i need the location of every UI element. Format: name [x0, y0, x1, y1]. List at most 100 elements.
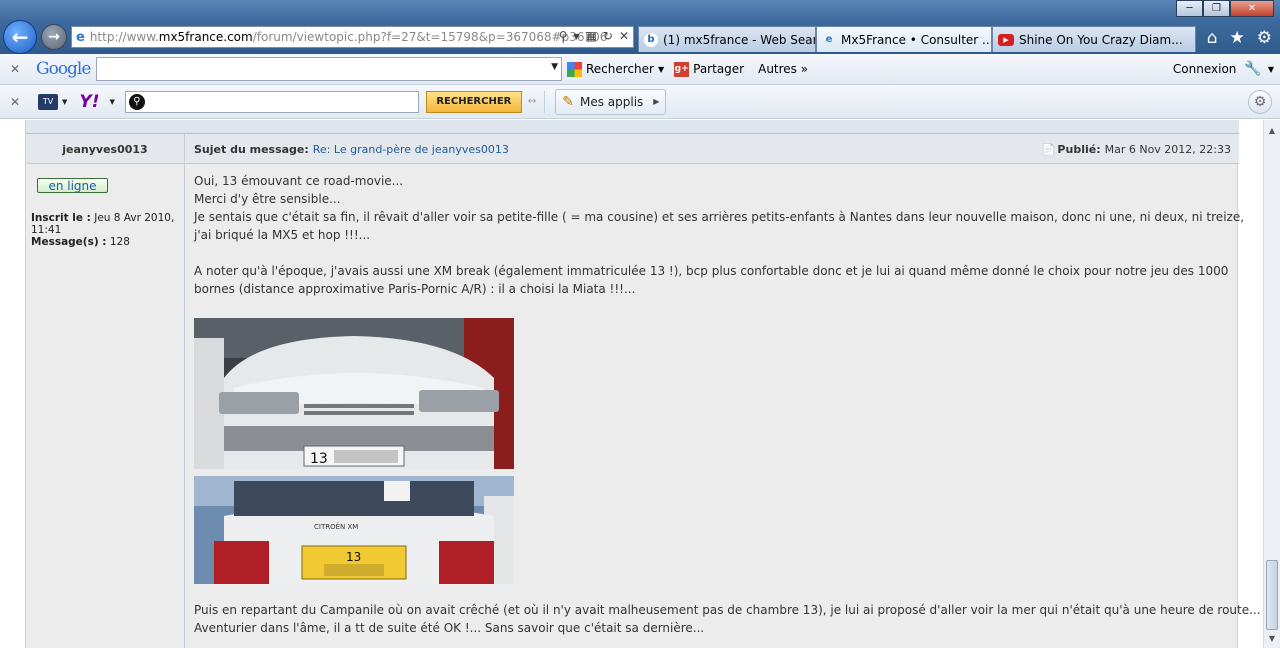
window-controls: ─ ❐ ✕: [1176, 0, 1274, 17]
share-label: Partager: [693, 62, 745, 76]
close-window-button[interactable]: ✕: [1230, 0, 1274, 17]
google-search-button[interactable]: Rechercher ▼: [567, 61, 664, 77]
scroll-thumb[interactable]: [1266, 560, 1278, 630]
post-body-continued: Puis en repartant du Campanile où on ava…: [194, 601, 1261, 637]
post-header: jeanyves0013 Sujet du message: Re: Le gr…: [26, 134, 1239, 164]
stop-icon[interactable]: ✕: [619, 29, 629, 43]
more-button[interactable]: Autres »: [758, 62, 808, 76]
post-text-line: j'ai briqué la MX5 et hop !!!...: [194, 228, 371, 242]
published-date: Mar 6 Nov 2012, 22:33: [1104, 142, 1231, 156]
maximize-button[interactable]: ❐: [1203, 0, 1230, 17]
settings-gear-icon[interactable]: ⚙: [1248, 89, 1272, 114]
minimize-icon: ─: [1186, 3, 1193, 14]
close-toolbar-icon[interactable]: ✕: [0, 95, 30, 109]
post-subject: Sujet du message: Re: Le grand-père de j…: [194, 134, 509, 164]
more-label: Autres »: [758, 62, 809, 76]
car-front-photo[interactable]: 13: [194, 318, 514, 469]
youtube-icon: ▶: [998, 33, 1014, 46]
post-separator: [26, 120, 1239, 134]
minimize-button[interactable]: ─: [1176, 0, 1203, 17]
login-button[interactable]: Connexion 🔧 ▼: [1173, 61, 1274, 77]
url-domain: mx5france.com: [158, 30, 253, 44]
yahoo-logo-text: Y!: [79, 91, 100, 112]
rear-plate-number: 13: [346, 550, 361, 564]
vertical-scrollbar[interactable]: ▲ ▼: [1263, 120, 1280, 648]
close-icon: ✕: [1247, 3, 1257, 14]
yahoo-toolbar: ✕ TV ▼ Y! ▼ ⚲ RECHERCHER ↔ ✎ Mes applis …: [0, 85, 1280, 119]
front-plate-number: 13: [310, 451, 328, 467]
compat-icon[interactable]: ▦: [586, 29, 597, 43]
page-viewport: jeanyves0013 Sujet du message: Re: Le gr…: [0, 120, 1280, 648]
subject-label: Sujet du message:: [194, 142, 309, 156]
share-button[interactable]: g+ Partager: [674, 61, 745, 77]
browser-title-bar: ← → e http://www. mx5france.com/forum/vie…: [0, 0, 1280, 54]
post-author[interactable]: jeanyves0013: [26, 134, 185, 164]
google-search-input[interactable]: ▼: [96, 57, 562, 81]
yahoo-search-label: RECHERCHER: [436, 96, 512, 107]
online-label: en ligne: [48, 178, 97, 193]
chevron-down-icon[interactable]: ▼: [551, 62, 558, 72]
forum-post: jeanyves0013 Sujet du message: Re: Le gr…: [25, 120, 1261, 648]
my-apps-button[interactable]: ✎ Mes applis ▶: [555, 88, 667, 115]
post-text-line: Oui, 13 émouvant ce road-movie...: [194, 174, 404, 188]
post-text-line: Je sentais que c'était sa fin, il rêvait…: [194, 210, 1245, 224]
car-rear-image: CITROËN XM 13: [194, 476, 514, 584]
messages-label: Message(s) :: [31, 236, 107, 248]
dropdown-icon[interactable]: ▾: [574, 29, 580, 43]
messages-info: Message(s) : 128: [31, 236, 181, 248]
author-profile-column: en ligne Inscrit le : Jeu 8 Avr 2010, 11…: [26, 164, 185, 648]
registered-info: Inscrit le : Jeu 8 Avr 2010, 11:41: [31, 212, 181, 236]
chevron-down-icon[interactable]: ▼: [62, 98, 67, 106]
tab-mx5france[interactable]: e Mx5France • Consulter ... ✕: [816, 26, 992, 52]
settings-gear-icon[interactable]: ⚙: [1257, 28, 1272, 48]
post-text-line: Merci d'y être sensible...: [194, 192, 341, 206]
post-text-line: A noter qu'à l'époque, j'avais aussi une…: [194, 264, 1229, 278]
google-logo-text: Google: [36, 59, 91, 79]
expand-handle-icon[interactable]: ↔: [528, 96, 536, 107]
scroll-down-icon[interactable]: ▼: [1264, 630, 1280, 646]
google-toolbar: ✕ Google ▼ Rechercher ▼ g+ Partager Autr…: [0, 54, 1280, 85]
chevron-down-icon[interactable]: ▼: [1268, 65, 1274, 74]
url-prefix: http://www.: [89, 30, 159, 44]
yahoo-search-button[interactable]: RECHERCHER: [425, 90, 522, 113]
post-date: 📄 Publié: Mar 6 Nov 2012, 22:33: [1042, 134, 1231, 164]
tab-bing[interactable]: b (1) mx5france - Web Searc...: [638, 26, 816, 52]
close-toolbar-icon[interactable]: ✕: [0, 62, 30, 76]
apps-label: Mes applis: [579, 94, 644, 109]
subject-link[interactable]: Re: Le grand-père de jeanyves0013: [313, 143, 509, 156]
favorites-star-icon[interactable]: ★: [1230, 28, 1245, 48]
home-icon[interactable]: ⌂: [1207, 28, 1218, 48]
search-icon[interactable]: ⚲: [559, 29, 568, 43]
ie-page-icon: e: [76, 29, 85, 45]
post-text-line: bornes (distance approximative Paris-Por…: [194, 282, 636, 296]
car-rear-photo[interactable]: CITROËN XM 13: [194, 476, 514, 584]
google-g-icon: [567, 61, 582, 77]
login-label: Connexion: [1172, 62, 1237, 76]
author-profile: Inscrit le : Jeu 8 Avr 2010, 11:41 Messa…: [31, 212, 181, 248]
chevron-right-icon: ▶: [653, 97, 660, 106]
published-label: Publié:: [1057, 142, 1101, 156]
chevron-down-icon[interactable]: ▼: [658, 65, 664, 74]
refresh-icon[interactable]: ↻: [603, 29, 613, 43]
tab-label: Mx5France • Consulter ...: [841, 32, 992, 47]
forward-button[interactable]: →: [41, 24, 67, 50]
registered-label: Inscrit le :: [31, 212, 91, 224]
arrow-right-icon: →: [48, 29, 60, 45]
wrench-icon[interactable]: 🔧: [1244, 61, 1261, 77]
bing-icon: b: [644, 32, 658, 47]
online-badge: en ligne: [37, 178, 108, 193]
scroll-up-icon[interactable]: ▲: [1264, 122, 1280, 138]
url-path: /forum/viewtopic.php?f=27&t=15798&p=3670…: [252, 30, 608, 44]
post-file-icon[interactable]: 📄: [1042, 143, 1056, 156]
back-button[interactable]: ←: [3, 20, 37, 54]
search-icon: ⚲: [128, 93, 145, 110]
messages-count: 128: [109, 236, 130, 248]
tab-label: (1) mx5france - Web Searc...: [663, 32, 816, 47]
tv-icon[interactable]: TV: [38, 93, 58, 110]
post-body: Oui, 13 émouvant ce road-movie... Merci …: [194, 172, 1245, 298]
address-bar[interactable]: e http://www. mx5france.com/forum/viewtop…: [71, 26, 634, 48]
yahoo-search-input[interactable]: ⚲: [124, 90, 419, 113]
ie-icon: e: [825, 34, 833, 45]
chevron-down-icon[interactable]: ▼: [109, 98, 114, 106]
tab-youtube[interactable]: ▶ Shine On You Crazy Diam...: [992, 26, 1196, 52]
